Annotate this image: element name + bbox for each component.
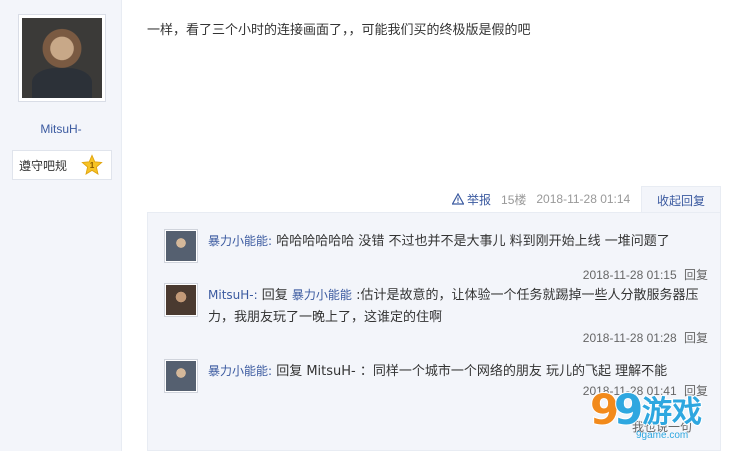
reply-meta: 2018-11-28 01:28 回复	[583, 329, 708, 346]
reply-button[interactable]: 回复	[684, 331, 708, 345]
fold-replies-button[interactable]: 收起回复	[641, 186, 721, 213]
report-link[interactable]: 举报	[452, 191, 491, 208]
reply-prefix: 回复	[272, 364, 307, 379]
reply-avatar[interactable]	[164, 359, 198, 393]
reply-username[interactable]: 暴力小能能	[208, 234, 268, 248]
post-meta: 举报 15楼 2018-11-28 01:14	[452, 188, 630, 210]
author-username[interactable]: MitsuH-	[0, 122, 122, 136]
reply-body: 暴力小能能: 哈哈哈哈哈哈 没错 不过也并不是大事儿 料到刚开始上线 一堆问题了	[208, 230, 708, 253]
reply-text: ：同样一个城市一个网络的朋友 玩儿的飞起 理解不能	[355, 364, 668, 379]
reply-username[interactable]: MitsuH-	[208, 288, 254, 302]
svg-text:9: 9	[614, 385, 643, 434]
author-avatar[interactable]	[18, 14, 106, 102]
watermark-domain: 9game.com	[636, 430, 688, 441]
reply-to-username[interactable]: 暴力小能能	[292, 288, 352, 302]
reply-item: 暴力小能能: 哈哈哈哈哈哈 没错 不过也并不是大事儿 料到刚开始上线 一堆问题了…	[164, 229, 708, 285]
reply-button[interactable]: 回复	[684, 268, 708, 282]
badge-level: 1	[90, 161, 95, 170]
member-badge[interactable]: 遵守吧规 1	[12, 150, 112, 180]
post-content: 一样，看了三个小时的连接画面了，，可能我们买的终极版是假的吧	[147, 23, 531, 38]
level-star-icon: 1	[81, 154, 103, 175]
avatar-image	[166, 285, 196, 315]
post-timestamp: 2018-11-28 01:14	[536, 192, 631, 206]
9game-watermark-logo: 9 9 游戏 9game.com	[589, 384, 703, 441]
floor-number: 15楼	[501, 192, 527, 207]
reply-avatar[interactable]	[164, 283, 198, 317]
reply-body: MitsuH-: 回复 暴力小能能 :估计是故意的，让体验一个任务就踢掉一些人分…	[208, 284, 708, 329]
reply-timestamp: 2018-11-28 01:28	[582, 331, 677, 345]
report-label: 举报	[467, 192, 492, 207]
reply-prefix: 回复	[257, 288, 292, 303]
reply-avatar[interactable]	[164, 229, 198, 263]
badge-label: 遵守吧规	[19, 158, 68, 173]
reply-to-username[interactable]: MitsuH-	[306, 364, 355, 379]
reply-item: MitsuH-: 回复 暴力小能能 :估计是故意的，让体验一个任务就踢掉一些人分…	[164, 283, 708, 353]
reply-username[interactable]: 暴力小能能	[208, 364, 268, 378]
avatar-image	[22, 18, 102, 98]
avatar-image	[166, 361, 196, 391]
author-sidebar: MitsuH- 遵守吧规 1	[0, 0, 122, 451]
watermark-text: 游戏	[642, 395, 702, 430]
reply-timestamp: 2018-11-28 01:15	[582, 268, 677, 282]
reply-meta: 2018-11-28 01:15 回复	[583, 266, 708, 283]
reply-body: 暴力小能能: 回复 MitsuH- ：同样一个城市一个网络的朋友 玩儿的飞起 理…	[208, 360, 708, 383]
avatar-image	[166, 231, 196, 261]
reply-text: 哈哈哈哈哈哈 没错 不过也并不是大事儿 料到刚开始上线 一堆问题了	[272, 234, 670, 249]
warning-icon	[452, 193, 464, 205]
